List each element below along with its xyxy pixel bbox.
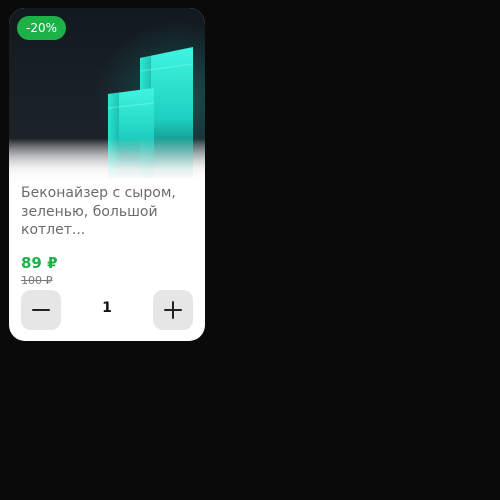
product-title[interactable]: Беконайзер с сыром, зеленью, большой кот… <box>21 184 197 240</box>
quantity-value: 1 <box>102 300 112 316</box>
plus-icon <box>164 301 182 319</box>
old-price: 100 ₽ <box>21 274 53 287</box>
discount-badge: -20% <box>17 16 67 40</box>
product-image[interactable]: -20% <box>9 8 205 183</box>
increase-quantity-button[interactable] <box>153 290 193 330</box>
product-card[interactable]: -20% Беконайзер с сыром, зеленью, большо… <box>9 8 205 341</box>
current-price: 89 ₽ <box>21 254 58 272</box>
decrease-quantity-button[interactable] <box>21 290 61 330</box>
minus-icon <box>32 309 50 311</box>
